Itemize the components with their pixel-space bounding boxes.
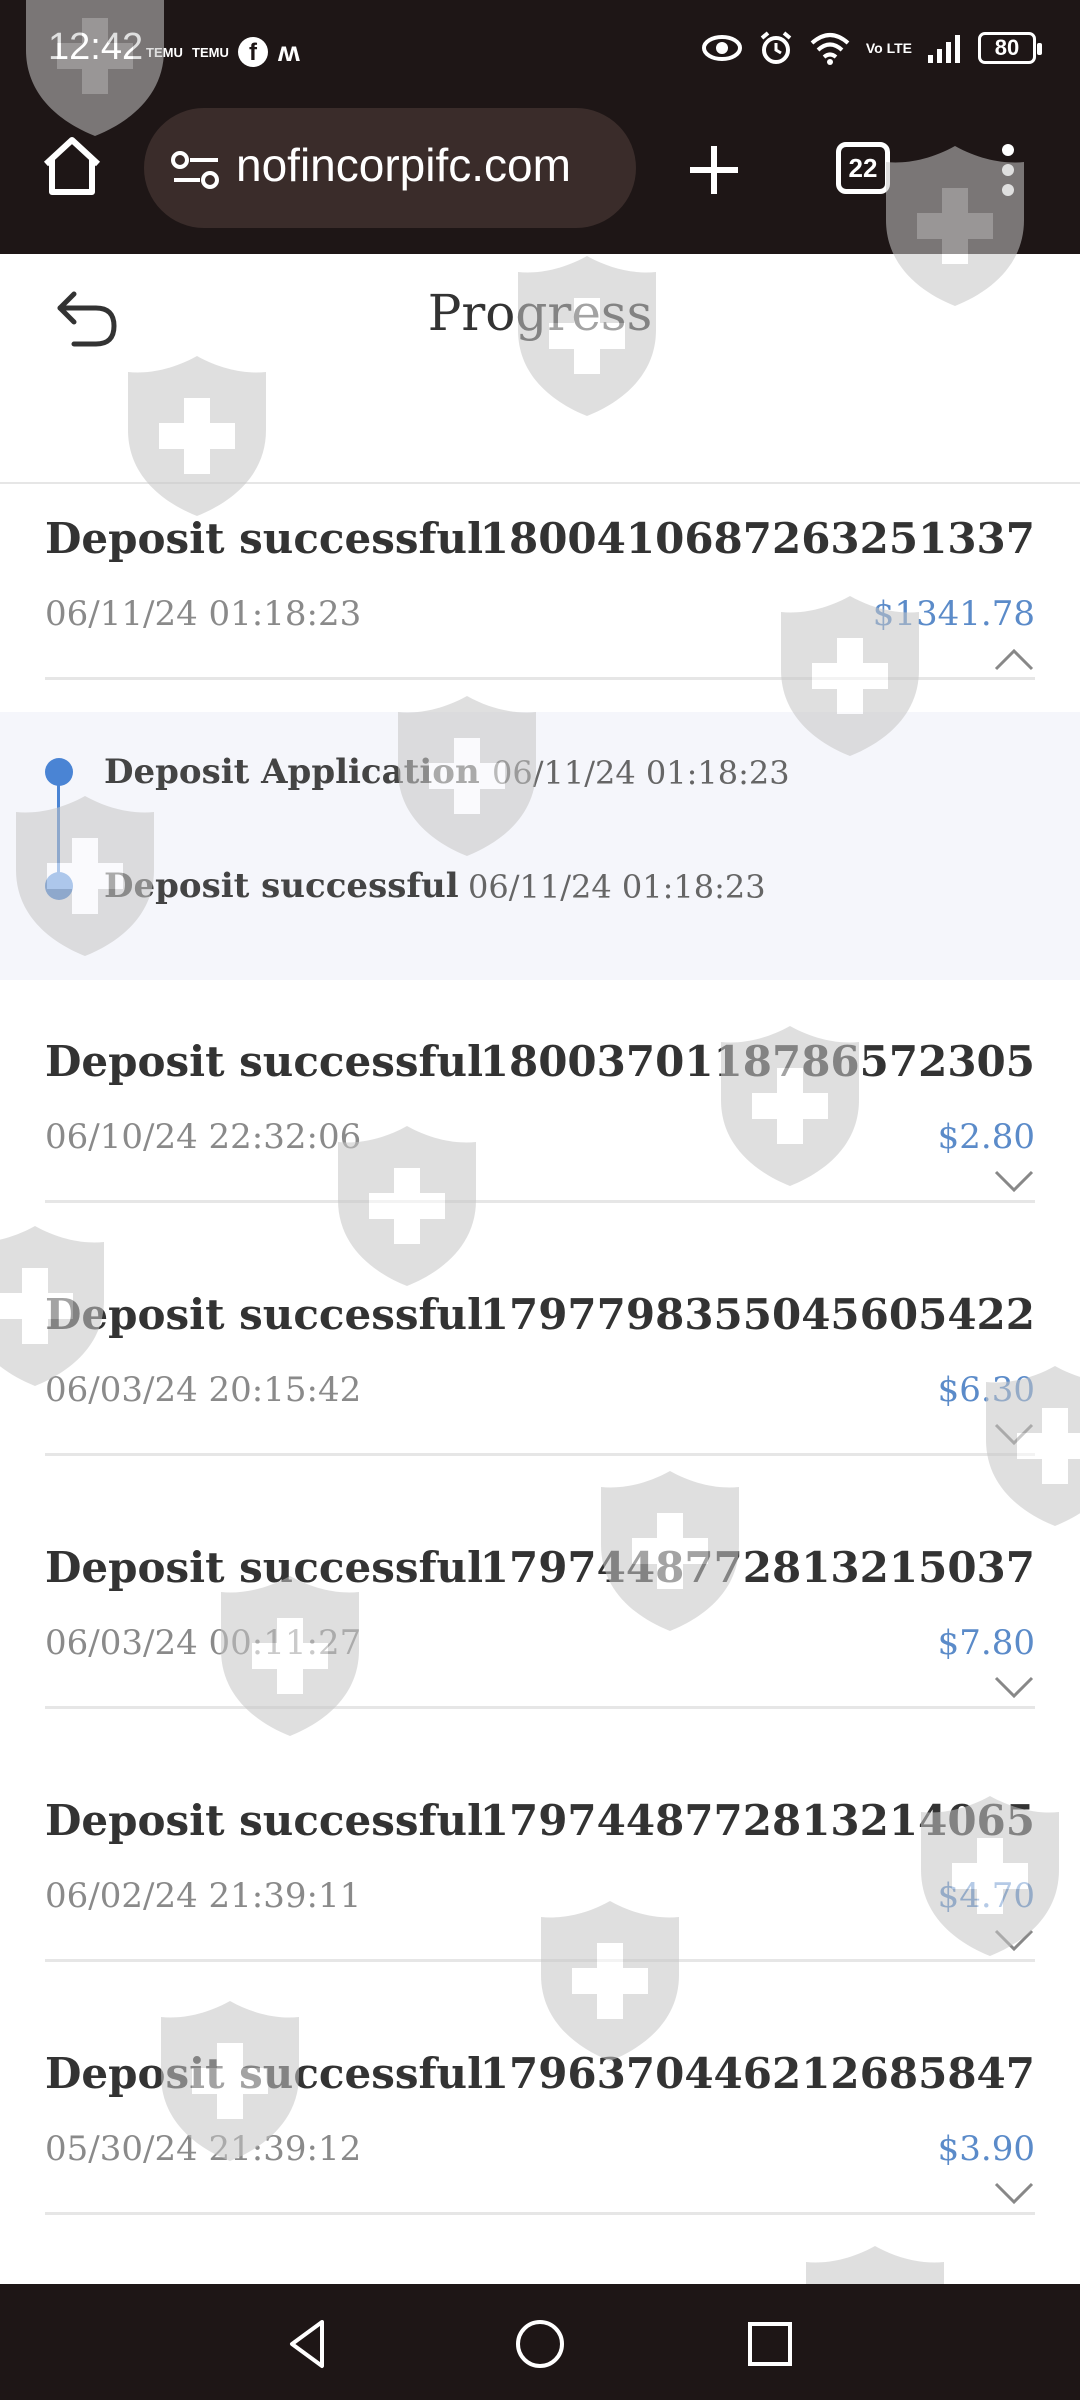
record-status: Deposit successful <box>45 1796 484 1845</box>
record-date: 06/11/24 01:18:23 <box>45 594 362 634</box>
more-options-icon[interactable] <box>996 144 1020 204</box>
record-amount: $1341.78 <box>872 594 1035 634</box>
progress-timeline: Deposit Application 06/11/24 01:18:23 De… <box>0 712 1080 980</box>
deposit-record[interactable]: Deposit successful 1796370446212685847 0… <box>45 2049 1035 2215</box>
alarm-icon <box>760 31 792 64</box>
chevron-down-icon[interactable] <box>993 1928 1035 1954</box>
signal-icon <box>928 35 960 63</box>
chevron-down-icon[interactable] <box>993 1169 1035 1195</box>
deposit-record[interactable]: Deposit successful 1800370118786572305 0… <box>45 1037 1035 1203</box>
facebook-icon: f <box>238 37 268 67</box>
chevron-down-icon[interactable] <box>993 1422 1035 1448</box>
wifi-icon <box>810 33 850 65</box>
record-id: 1797448772813215037 <box>479 1543 1035 1592</box>
notification-icons: TEMU TEMU f ʍ <box>146 36 300 68</box>
status-time: 12:42 <box>48 26 144 68</box>
record-amount: $2.80 <box>937 1117 1035 1157</box>
url-text[interactable]: nofincorpifc.com <box>236 138 571 192</box>
home-icon[interactable] <box>38 132 106 200</box>
eye-icon <box>701 35 742 61</box>
nav-recents-icon[interactable] <box>740 2314 800 2374</box>
deposit-record[interactable]: Deposit successful 1800410687263251337 0… <box>45 514 1035 680</box>
chevron-down-icon[interactable] <box>993 2181 1035 2207</box>
chevron-down-icon[interactable] <box>993 1675 1035 1701</box>
address-bar[interactable]: nofincorpifc.com <box>144 108 636 228</box>
timeline-connector <box>57 772 60 882</box>
record-amount: $7.80 <box>937 1623 1035 1663</box>
temu-icon: TEMU <box>146 44 183 60</box>
record-status: Deposit successful <box>45 514 484 563</box>
nav-home-icon[interactable] <box>510 2314 570 2374</box>
record-date: 06/03/24 00:11:27 <box>45 1623 362 1663</box>
nav-back-icon[interactable] <box>278 2314 338 2374</box>
record-id: 1797448772813214065 <box>479 1796 1035 1845</box>
tab-switcher-button[interactable]: 22 <box>836 142 890 194</box>
page-header: Progress <box>0 254 1080 484</box>
status-bar: 12:42 TEMU TEMU f ʍ Vo LTE 80 <box>0 0 1080 104</box>
site-settings-icon[interactable] <box>168 150 224 190</box>
record-status: Deposit successful <box>45 1037 484 1086</box>
record-date: 05/30/24 21:39:12 <box>45 2129 362 2169</box>
record-date: 06/02/24 21:39:11 <box>45 1876 362 1916</box>
chevron-up-icon[interactable] <box>993 646 1035 672</box>
temu-icon: TEMU <box>192 44 229 60</box>
record-date: 06/10/24 22:32:06 <box>45 1117 362 1157</box>
volte-indicator: Vo LTE <box>865 39 912 56</box>
browser-toolbar: nofincorpifc.com 22 <box>0 104 1080 254</box>
deposit-record[interactable]: Deposit successful 1797448772813215037 0… <box>45 1543 1035 1709</box>
record-amount: $4.70 <box>937 1876 1035 1916</box>
record-id: 1800370118786572305 <box>479 1037 1035 1086</box>
system-indicators: Vo LTE 80 <box>701 30 1042 66</box>
record-amount: $6.30 <box>937 1370 1035 1410</box>
record-status: Deposit successful <box>45 1290 484 1339</box>
timeline-dot <box>45 758 73 786</box>
messenger-icon: ʍ <box>278 36 300 67</box>
record-status: Deposit successful <box>45 2049 484 2098</box>
record-id: 1800410687263251337 <box>479 514 1035 563</box>
record-date: 06/03/24 20:15:42 <box>45 1370 362 1410</box>
record-id: 1796370446212685847 <box>479 2049 1035 2098</box>
record-amount: $3.90 <box>937 2129 1035 2169</box>
deposit-record[interactable]: Deposit successful 1797448772813214065 0… <box>45 1796 1035 1962</box>
timeline-step-time: 06/11/24 01:18:23 <box>468 868 766 906</box>
timeline-step-label: Deposit successful <box>104 866 459 906</box>
deposit-record[interactable]: Deposit successful 1797798355045605422 0… <box>45 1290 1035 1456</box>
battery-icon: 80 <box>978 32 1042 64</box>
timeline-step-time: 06/11/24 01:18:23 <box>492 754 790 792</box>
timeline-dot <box>45 872 73 900</box>
new-tab-icon[interactable] <box>684 140 744 200</box>
record-status: Deposit successful <box>45 1543 484 1592</box>
timeline-step-label: Deposit Application <box>104 752 480 792</box>
record-id: 1797798355045605422 <box>479 1290 1035 1339</box>
page-title: Progress <box>427 284 653 342</box>
system-nav-bar <box>0 2284 1080 2400</box>
